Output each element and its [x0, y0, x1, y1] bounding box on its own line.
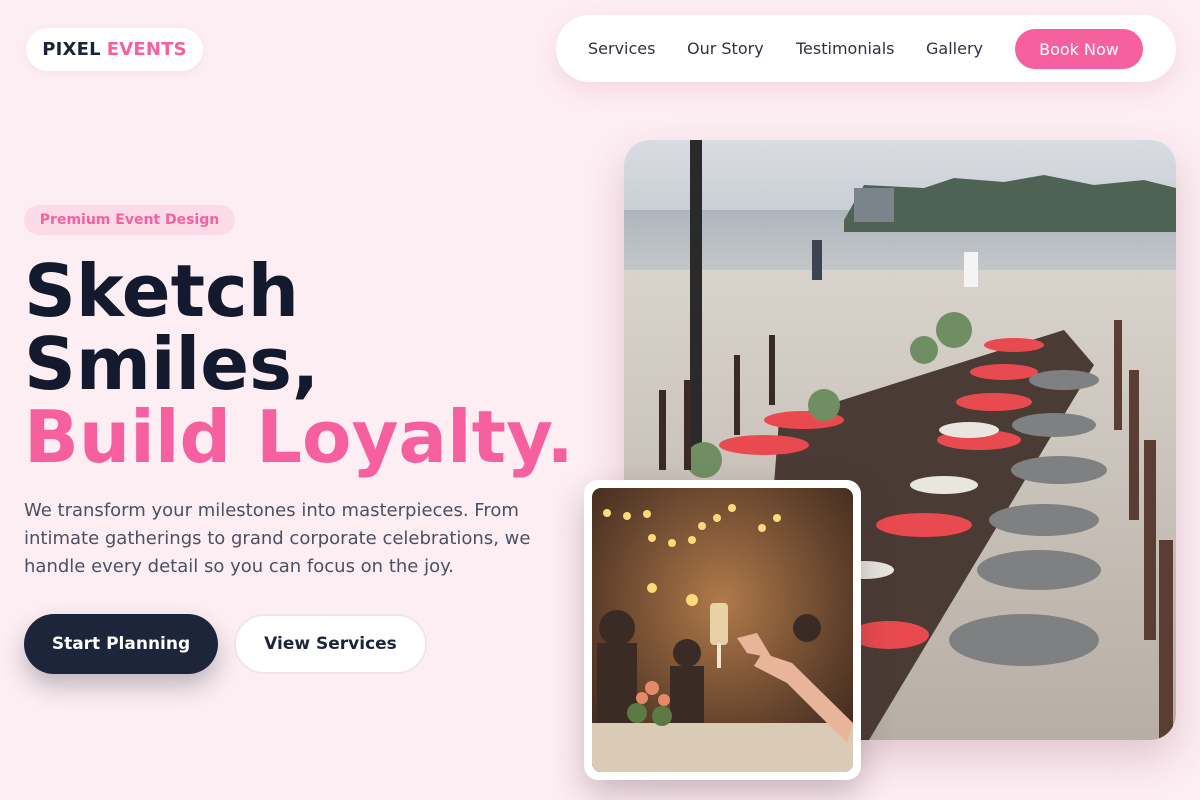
hero-badge: Premium Event Design: [24, 205, 235, 235]
headline-line-2: Smiles,: [24, 322, 320, 406]
nav-link-services[interactable]: Services: [588, 15, 655, 82]
hero-inset-card: [584, 480, 861, 780]
brand-name-part1: PIXEL: [42, 39, 101, 60]
nav-link-our-story[interactable]: Our Story: [687, 15, 764, 82]
view-services-button[interactable]: View Services: [234, 614, 427, 674]
brand-logo[interactable]: PIXEL EVENTS: [26, 28, 203, 71]
hero-description: We transform your milestones into master…: [24, 500, 531, 577]
headline-line-1: Sketch: [24, 249, 299, 333]
start-planning-button[interactable]: Start Planning: [24, 614, 218, 674]
main-navigation: Services Our Story Testimonials Gallery …: [556, 15, 1176, 82]
nav-link-testimonials[interactable]: Testimonials: [796, 15, 895, 82]
headline-line-3: Build Loyalty.: [24, 395, 574, 479]
nav-link-gallery[interactable]: Gallery: [926, 15, 983, 82]
hero-headline: Sketch Smiles, Build Loyalty.: [24, 255, 574, 474]
book-now-button[interactable]: Book Now: [1015, 29, 1143, 69]
brand-name-part2: EVENTS: [106, 39, 187, 60]
celebration-toast-illustration: [592, 488, 853, 772]
